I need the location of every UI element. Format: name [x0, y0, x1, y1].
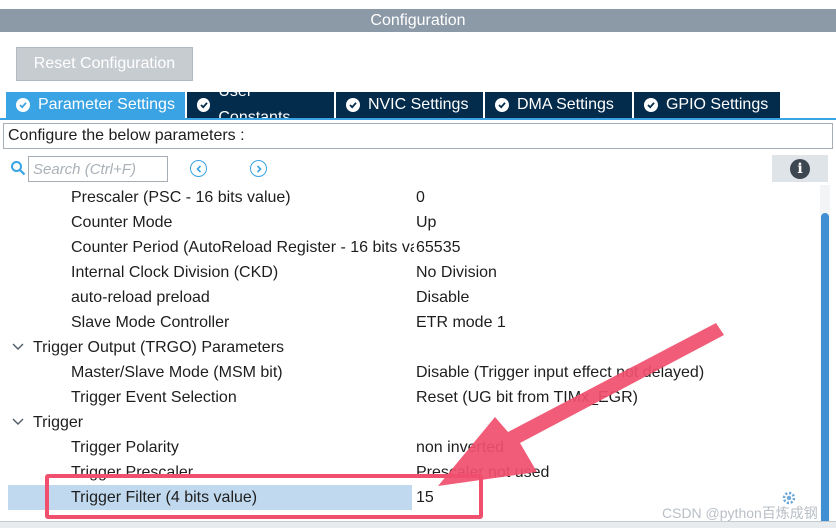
group-label: Trigger Output (TRGO) Parameters	[33, 339, 285, 356]
reset-configuration-button[interactable]: Reset Configuration	[16, 47, 193, 81]
parameter-description: Configure the below parameters :	[3, 123, 833, 149]
check-icon	[196, 98, 211, 112]
param-row[interactable]: Trigger Prescaler Prescaler not used	[8, 460, 820, 485]
title-bar: Configuration	[0, 0, 836, 33]
tab-label: Parameter Settings	[38, 96, 175, 113]
scrollbar-thumb[interactable]	[821, 213, 829, 525]
watermark-text: CSDN @python百炼成钢	[662, 505, 818, 521]
check-icon	[494, 98, 509, 112]
search-input[interactable]	[28, 156, 168, 182]
param-name: Slave Mode Controller	[71, 314, 230, 331]
param-value: Reset (UG bit from TIMx_EGR)	[416, 389, 638, 406]
info-icon: i	[790, 158, 810, 179]
group-label: Trigger	[33, 414, 84, 431]
param-row[interactable]: auto-reload preload Disable	[8, 285, 820, 310]
tab-gpio-settings[interactable]: GPIO Settings	[633, 92, 782, 118]
tab-parameter-settings[interactable]: Parameter Settings	[6, 92, 187, 118]
next-icon[interactable]	[250, 160, 267, 177]
tab-underline	[0, 118, 836, 120]
param-row[interactable]: Prescaler (PSC - 16 bits value) 0	[8, 185, 820, 210]
param-row[interactable]: Trigger Polarity non inverted	[8, 435, 820, 460]
param-value: 65535	[416, 239, 461, 256]
param-name: Trigger Prescaler	[71, 464, 194, 481]
param-name: Trigger Event Selection	[71, 389, 237, 406]
search-toolbar: i	[8, 154, 832, 182]
param-value-input[interactable]: 15	[416, 485, 434, 510]
param-name: Internal Clock Division (CKD)	[71, 264, 279, 281]
param-value: Up	[416, 214, 437, 231]
param-name: auto-reload preload	[71, 289, 210, 306]
param-name: Trigger Polarity	[71, 439, 179, 456]
chevron-down-icon	[12, 418, 24, 425]
window-title: Configuration	[0, 9, 836, 32]
param-value: Disable (Trigger input effect not delaye…	[416, 364, 705, 381]
param-row[interactable]: Trigger Event Selection Reset (UG bit fr…	[8, 385, 820, 410]
param-row[interactable]: Counter Period (AutoReload Register - 16…	[8, 235, 820, 260]
param-row[interactable]: Counter Mode Up	[8, 210, 820, 235]
param-name: Counter Mode	[71, 214, 173, 231]
vertical-scrollbar[interactable]	[820, 185, 830, 525]
param-name: Prescaler (PSC - 16 bits value)	[71, 189, 291, 206]
param-value: Disable	[416, 289, 470, 306]
check-icon	[16, 98, 30, 112]
search-icon	[11, 161, 26, 176]
chevron-down-icon	[12, 343, 24, 350]
param-row[interactable]: Slave Mode Controller ETR mode 1	[8, 310, 820, 335]
tab-label: NVIC Settings	[367, 96, 469, 113]
param-row[interactable]: Internal Clock Division (CKD) No Divisio…	[8, 260, 820, 285]
param-name: Master/Slave Mode (MSM bit)	[71, 364, 283, 381]
tab-label: DMA Settings	[516, 96, 614, 113]
prev-icon[interactable]	[190, 160, 207, 177]
group-trigger[interactable]: Trigger	[8, 410, 820, 435]
info-button[interactable]: i	[772, 155, 828, 182]
check-icon	[643, 98, 658, 112]
param-value: ETR mode 1	[416, 314, 506, 331]
parameter-tree: Prescaler (PSC - 16 bits value) 0 Counte…	[8, 185, 820, 528]
tab-dma-settings[interactable]: DMA Settings	[484, 92, 634, 118]
param-value: non inverted	[416, 439, 505, 456]
param-value: 0	[416, 189, 425, 206]
check-icon	[345, 98, 360, 112]
tab-bar: Parameter Settings User Constants NVIC S…	[6, 83, 782, 126]
tab-user-constants[interactable]: User Constants	[186, 83, 336, 126]
param-name: Counter Period (AutoReload Register - 16…	[71, 239, 414, 256]
param-value: No Division	[416, 264, 497, 281]
group-trgo-parameters[interactable]: Trigger Output (TRGO) Parameters	[8, 335, 820, 360]
tab-label: GPIO Settings	[665, 96, 769, 113]
param-value: Prescaler not used	[416, 464, 550, 481]
param-row[interactable]: Master/Slave Mode (MSM bit) Disable (Tri…	[8, 360, 820, 385]
param-name: Trigger Filter (4 bits value)	[71, 489, 258, 506]
tab-nvic-settings[interactable]: NVIC Settings	[335, 92, 485, 118]
